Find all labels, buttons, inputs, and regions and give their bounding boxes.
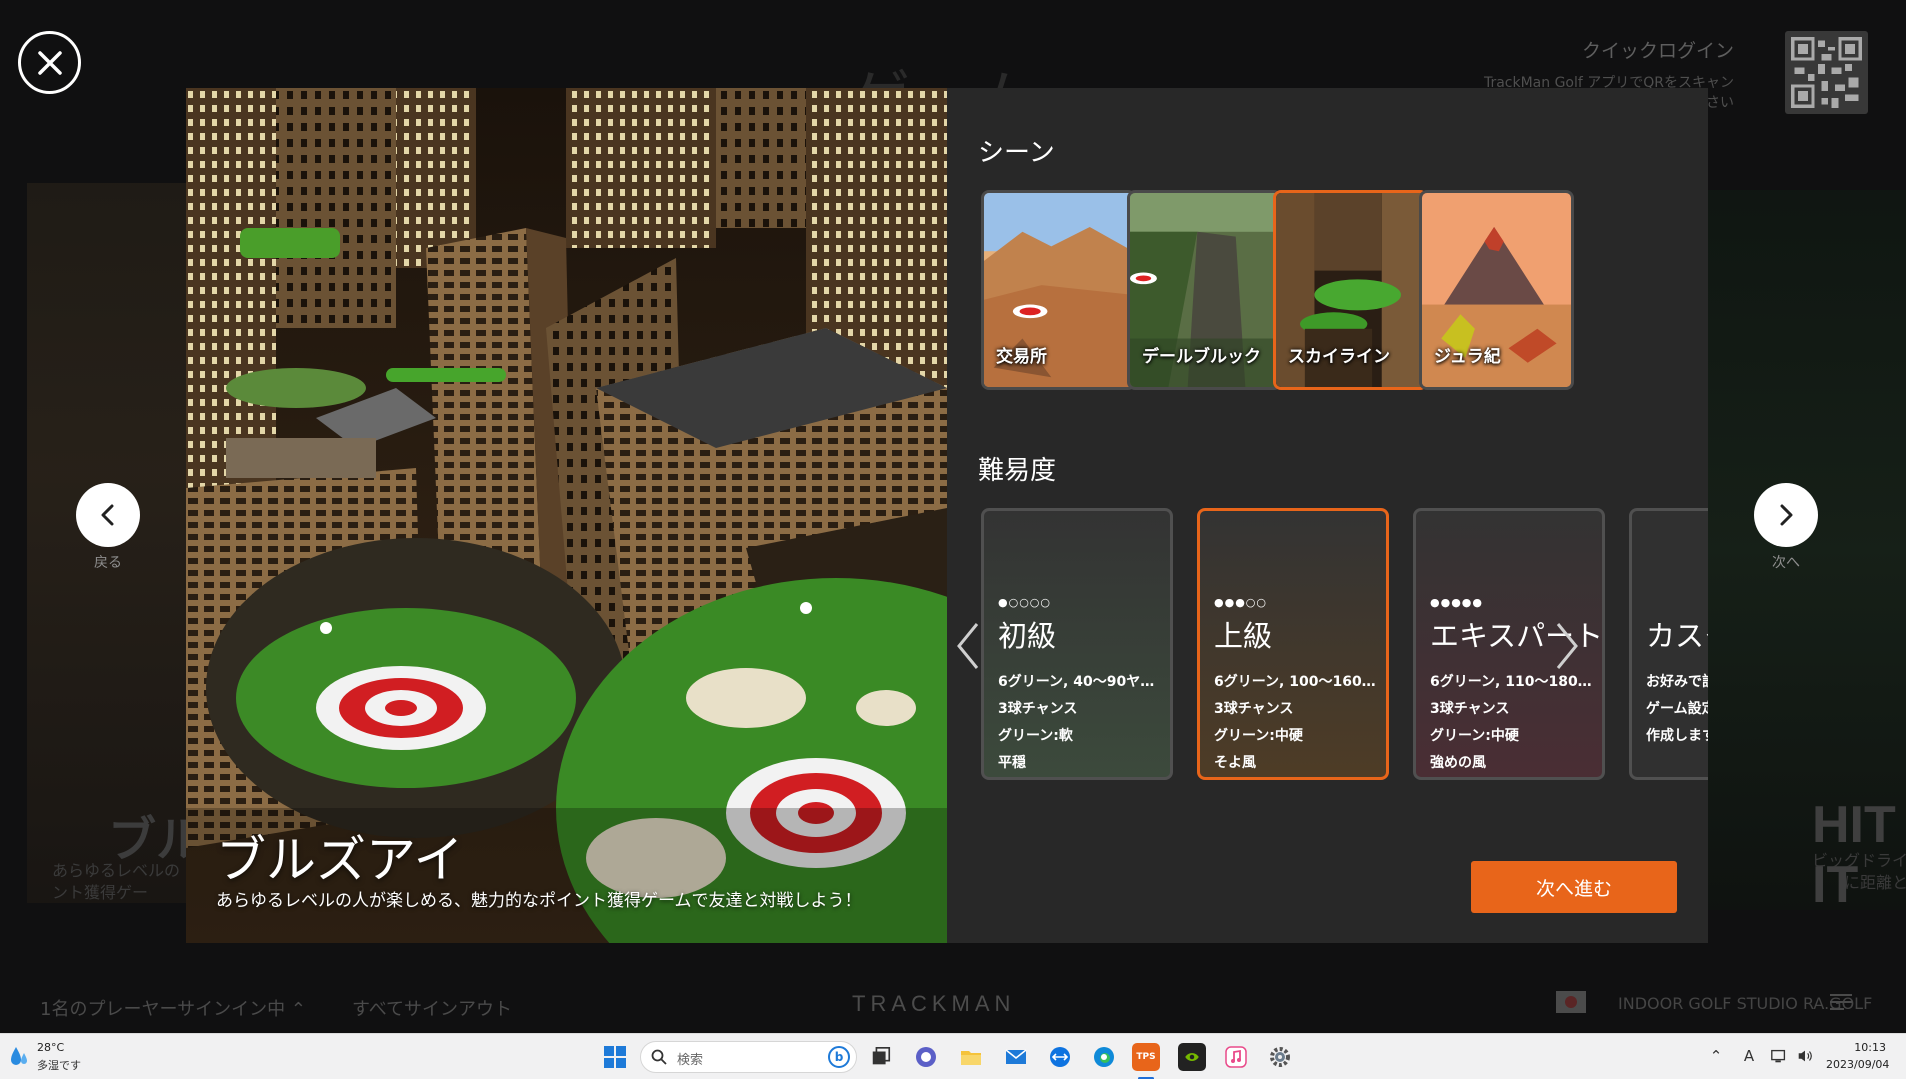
chevron-up-icon[interactable]: ⌃	[1706, 1046, 1726, 1066]
ime-indicator[interactable]: A	[1739, 1046, 1759, 1066]
game-description: あらゆるレベルの人が楽しめる、魅力的なポイント獲得ゲームで友達と対戦しよう！	[216, 891, 862, 911]
difficulty-detail: そよ風	[1214, 755, 1256, 771]
taskbar-search-box[interactable]: 検索 b	[640, 1041, 857, 1073]
game-hero-image: ブルズアイ あらゆるレベルの人が楽しめる、魅力的なポイント獲得ゲームで友達と対戦…	[186, 88, 947, 943]
scene-card-jurassic[interactable]: ジュラ紀	[1419, 190, 1574, 390]
app-footer: 1名のプレーヤーサインイン中 ⌃ すべてサインアウト TRACKMAN INDO…	[0, 985, 1906, 1033]
previous-game-button[interactable]	[76, 483, 140, 547]
difficulty-detail: 作成します	[1646, 728, 1708, 744]
scene-label: ジュラ紀	[1434, 347, 1501, 367]
game-setup-modal: ブルズアイ あらゆるレベルの人が楽しめる、魅力的なポイント獲得ゲームで友達と対戦…	[186, 88, 1708, 943]
skyline-scene-image	[186, 88, 947, 943]
search-icon	[651, 1049, 667, 1065]
humidity-icon[interactable]	[8, 1044, 30, 1068]
teams-chat-icon[interactable]	[912, 1043, 940, 1071]
windows-start-icon[interactable]	[601, 1043, 629, 1071]
clock-time[interactable]: 10:13	[1826, 1041, 1886, 1054]
edge-browser-icon[interactable]	[1090, 1043, 1118, 1071]
scene-section-title: シーン	[978, 138, 1055, 168]
chevron-up-icon: ⌃	[290, 999, 306, 1020]
background-left-card-desc: あらゆるレベルの イント獲得ゲー	[52, 861, 202, 902]
clock-date[interactable]: 2023/09/04	[1826, 1058, 1889, 1071]
network-icon[interactable]	[1769, 1046, 1789, 1066]
previous-game-label: 戻る	[94, 555, 122, 571]
difficulty-detail: 強めの風	[1430, 755, 1486, 771]
difficulty-next-button[interactable]	[1550, 618, 1584, 674]
close-icon	[37, 50, 62, 75]
task-view-icon[interactable]	[867, 1043, 895, 1071]
difficulty-section-title: 難易度	[978, 456, 1057, 486]
mail-icon[interactable]	[1002, 1043, 1030, 1071]
file-explorer-icon[interactable]	[957, 1043, 985, 1071]
difficulty-name: 上級	[1214, 619, 1273, 653]
scene-label: スカイライン	[1288, 347, 1390, 367]
background-right-card-desc: ビッグドライ に距離と	[1811, 851, 1906, 892]
scene-label: 交易所	[996, 347, 1047, 367]
volume-icon[interactable]	[1795, 1046, 1815, 1066]
chevron-left-icon	[957, 623, 979, 669]
brand-logo: TRACKMAN	[852, 991, 1016, 1016]
difficulty-detail: 3球チャンス	[1214, 701, 1294, 717]
difficulty-dots: ●○○○○	[998, 596, 1051, 609]
difficulty-detail: 6グリーン, 110〜180…	[1430, 674, 1592, 690]
next-game-button[interactable]	[1754, 483, 1818, 547]
difficulty-detail: グリーン:中硬	[1214, 728, 1303, 744]
windows-taskbar: 28°C 多湿です 検索 b TPS ⌃ A 10:13 2023/09/04	[0, 1033, 1906, 1079]
difficulty-detail: 6グリーン, 40〜90ヤ…	[998, 674, 1155, 690]
settings-panel: シーン 交易所 デールブルック スカイライン ジュラ紀 難易度 ●○○○○ 初級…	[947, 88, 1708, 943]
difficulty-card-advanced[interactable]: ●●●○○ 上級 6グリーン, 100〜160… 3球チャンス グリーン:中硬 …	[1197, 508, 1389, 780]
signin-status-text: 1名のプレーヤーサインイン中	[40, 999, 286, 1020]
bing-icon[interactable]: b	[828, 1046, 850, 1068]
difficulty-card-beginner[interactable]: ●○○○○ 初級 6グリーン, 40〜90ヤ… 3球チャンス グリーン:軟 平穏	[981, 508, 1173, 780]
search-placeholder: 検索	[677, 1053, 704, 1068]
close-button[interactable]	[18, 31, 81, 94]
difficulty-detail: グリーン:中硬	[1430, 728, 1519, 744]
weather-description: 多湿です	[37, 1059, 81, 1072]
teamviewer-icon[interactable]	[1046, 1043, 1074, 1071]
scene-label: デールブルック	[1142, 347, 1261, 367]
settings-gear-icon[interactable]	[1266, 1043, 1294, 1071]
player-signin-status[interactable]: 1名のプレーヤーサインイン中 ⌃	[40, 995, 306, 1021]
difficulty-detail: 3球チャンス	[998, 701, 1078, 717]
game-title: ブルズアイ	[216, 831, 464, 889]
scene-card-skyline[interactable]: スカイライン	[1273, 190, 1428, 390]
difficulty-detail: グリーン:軟	[998, 728, 1073, 744]
menu-icon[interactable]	[1830, 993, 1852, 1011]
app-window: ゲーム ブル あらゆるレベルの イント獲得ゲー HIT IT ビッグドライ に距…	[0, 0, 1906, 1079]
difficulty-dots: ●●●●●	[1430, 596, 1483, 609]
difficulty-detail: 6グリーン, 100〜160…	[1214, 674, 1376, 690]
chevron-right-icon	[1780, 504, 1793, 526]
difficulty-detail: ゲーム設定	[1646, 701, 1708, 717]
difficulty-detail: お好みで設	[1646, 674, 1708, 690]
sign-out-all-button[interactable]: すべてサインアウト	[352, 995, 512, 1021]
difficulty-carousel: ●○○○○ 初級 6グリーン, 40〜90ヤ… 3球チャンス グリーン:軟 平穏…	[981, 508, 1708, 783]
chevron-right-icon	[1556, 623, 1578, 669]
difficulty-card-custom[interactable]: カスタム お好みで設 ゲーム設定 作成します	[1629, 508, 1708, 780]
scene-card-trading-post[interactable]: 交易所	[981, 190, 1136, 390]
difficulty-prev-button[interactable]	[951, 618, 985, 674]
difficulty-name: カスタム	[1646, 619, 1708, 653]
difficulty-name: 初級	[998, 619, 1057, 653]
quick-login-title: クイックログイン	[1581, 40, 1734, 62]
next-game-label: 次へ	[1772, 555, 1800, 571]
nvidia-icon[interactable]	[1178, 1043, 1206, 1071]
trackman-app-icon[interactable]: TPS	[1132, 1043, 1160, 1071]
difficulty-detail: 平穏	[998, 755, 1026, 771]
proceed-button[interactable]: 次へ進む	[1471, 861, 1677, 913]
weather-temperature: 28°C	[37, 1041, 65, 1054]
difficulty-dots: ●●●○○	[1214, 596, 1267, 609]
japan-flag-icon[interactable]	[1556, 991, 1586, 1013]
difficulty-detail: 3球チャンス	[1430, 701, 1510, 717]
chevron-left-icon	[101, 504, 114, 526]
qr-code-icon[interactable]	[1785, 31, 1868, 114]
itunes-icon[interactable]	[1222, 1043, 1250, 1071]
scene-card-dalebrook[interactable]: デールブルック	[1127, 190, 1282, 390]
